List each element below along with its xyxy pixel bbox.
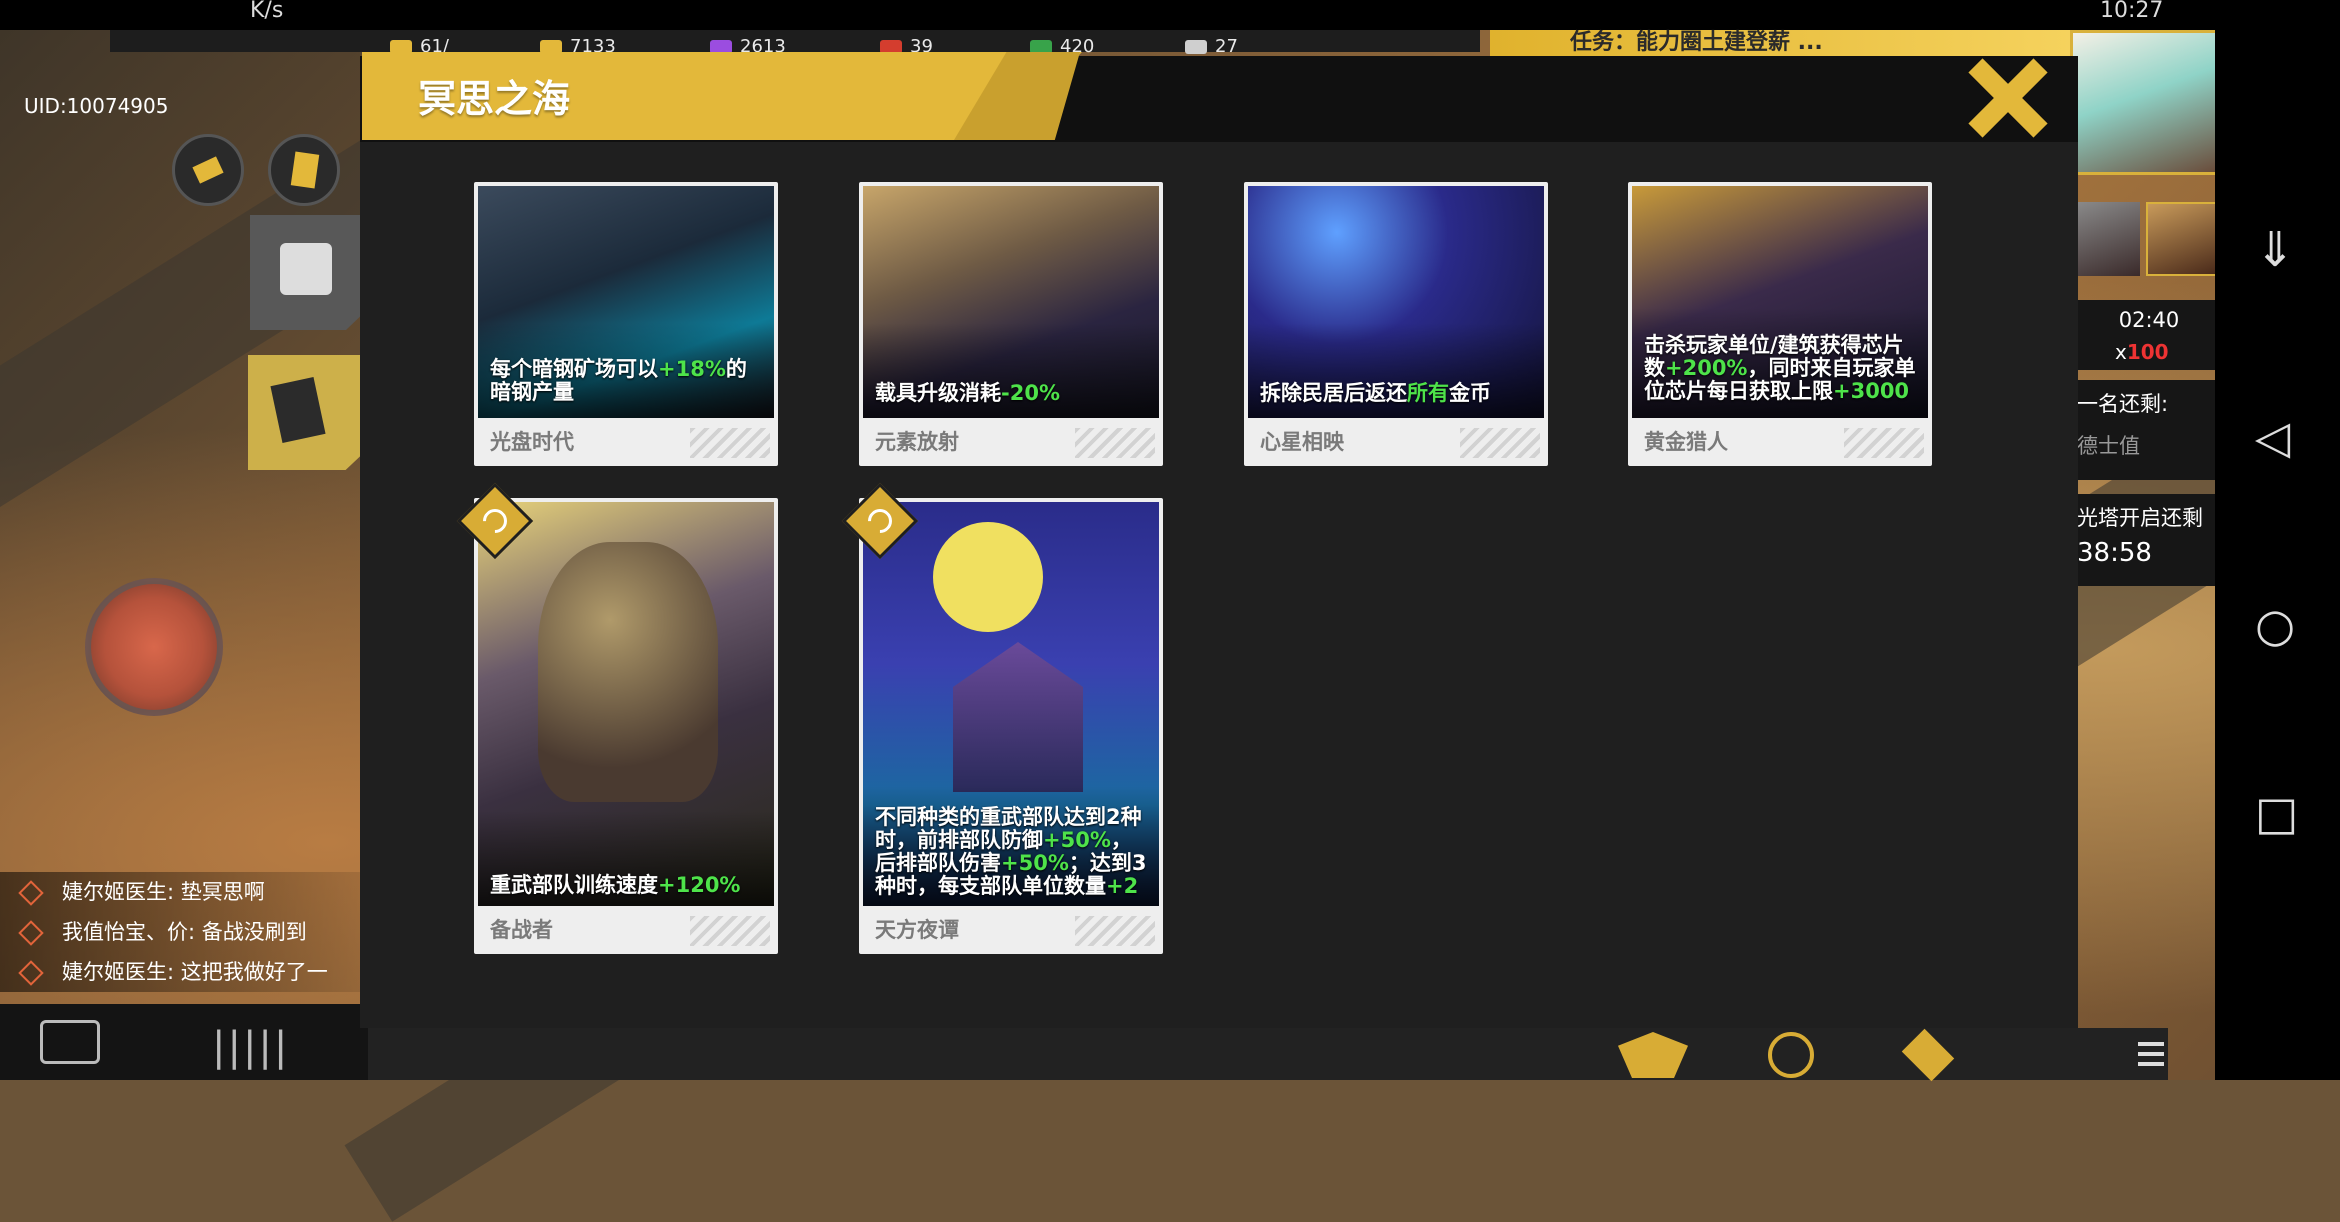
card-huangjin[interactable]: 击杀玩家单位/建筑获得芯片数+200%，同时来自玩家单位芯片每日获取上限+300… <box>1628 182 1932 466</box>
modal-title: 冥思之海 <box>418 77 571 121</box>
resource-bar: 61/ 7133 2613 39 420 27 <box>110 30 1480 57</box>
card-beizhan[interactable]: 重武部队训练速度+120% 备战者 <box>474 498 778 954</box>
card-name: 黄金猎人 <box>1644 430 1728 454</box>
chat-feed[interactable]: 婕尔姬医生: 垫冥思啊 我值怡宝、价: 备战没刷到 婕尔姬医生: 这把我做好了一 <box>0 872 360 992</box>
cards-button[interactable] <box>248 355 370 470</box>
card-name: 元素放射 <box>875 430 959 454</box>
hero-avatar[interactable] <box>2070 30 2220 175</box>
coin-icon <box>540 39 562 54</box>
tower-info-title: 光塔开启还剩 <box>2077 506 2203 530</box>
character-illustration <box>538 542 718 802</box>
squad-avatar-2[interactable] <box>2146 202 2218 276</box>
chat-diamond-icon <box>18 920 44 946</box>
palace-illustration <box>953 642 1083 792</box>
event-count: x100 <box>2115 340 2169 364</box>
chat-message: 婕尔姬医生: 垫冥思啊 <box>0 872 360 912</box>
green-resource-icon <box>1030 39 1052 54</box>
chat-message: 婕尔姬医生: 这把我做好了一 <box>0 952 360 992</box>
card-icon <box>290 151 320 189</box>
map-marker-button[interactable] <box>172 134 244 206</box>
chat-diamond-icon <box>18 960 44 986</box>
card-name: 备战者 <box>490 918 553 942</box>
task-banner[interactable]: 任务：能力圈土建登薪 ... <box>1490 30 2070 56</box>
card-name: 光盘时代 <box>490 430 574 454</box>
chat-diamond-icon <box>18 880 44 906</box>
chat-bubble-icon[interactable] <box>40 1020 100 1064</box>
event-timer: 02:40 <box>2118 308 2180 332</box>
notification-pull-icon[interactable]: ⇓ <box>2255 222 2295 278</box>
card-yuansu[interactable]: 载具升级消耗-20% 元素放射 <box>859 182 1163 466</box>
guild-icon[interactable] <box>1618 1032 1688 1078</box>
clock: 10:27 <box>2100 0 2164 23</box>
card-guangpan[interactable]: 每个暗钢矿场可以+18%的暗钢产量 光盘时代 <box>474 182 778 466</box>
card-desc: 拆除民居后返还所有金币 <box>1260 381 1491 405</box>
recents-nav-icon[interactable]: □ <box>2255 786 2298 840</box>
crystal-icon <box>710 39 732 54</box>
home-nav-icon[interactable]: ○ <box>2255 598 2295 652</box>
puzzle-icon <box>280 243 332 295</box>
player-uid: UID:10074905 <box>24 94 169 118</box>
red-resource-icon <box>880 39 902 54</box>
card-art <box>478 502 774 906</box>
card-name: 天方夜谭 <box>875 918 959 942</box>
globe-icon[interactable] <box>1768 1032 1814 1078</box>
card-xinxing[interactable]: 拆除民居后返还所有金币 心星相映 <box>1244 182 1548 466</box>
card-desc: 不同种类的重武部队达到2种时，前排部队防御+50%，后排部队伤害+50%；达到3… <box>875 805 1147 898</box>
moon-illustration <box>933 522 1043 632</box>
virtual-joystick[interactable] <box>85 578 223 716</box>
card-desc: 击杀玩家单位/建筑获得芯片数+200%，同时来自玩家单位芯片每日获取上限+300… <box>1644 333 1916 403</box>
alliance-icon[interactable] <box>1901 1028 1955 1082</box>
voice-icon[interactable]: ||||| <box>212 1024 289 1070</box>
puzzle-button[interactable] <box>250 215 370 330</box>
tower-countdown: 38:58 <box>2077 538 2152 568</box>
squad-avatar-1[interactable] <box>2076 202 2140 276</box>
tower-info-panel[interactable]: 光塔开启还剩 38:58 <box>2075 494 2223 586</box>
back-nav-icon[interactable]: ◁ <box>2255 410 2290 464</box>
gray-resource-icon <box>1185 39 1207 54</box>
card-name: 心星相映 <box>1260 430 1344 454</box>
event-timer-panel: 02:40 x100 <box>2075 300 2223 370</box>
chat-message: 我值怡宝、价: 备战没刷到 <box>0 912 360 952</box>
card-collection-button[interactable] <box>268 134 340 206</box>
card-desc: 重武部队训练速度+120% <box>490 873 741 897</box>
rank-info-sub: 德士值 <box>2077 434 2140 458</box>
cards-icon <box>270 377 326 443</box>
power-icon <box>390 39 412 54</box>
menu-icon[interactable] <box>2138 1042 2164 1046</box>
card-desc: 载具升级消耗-20% <box>875 381 1060 405</box>
rank-info-title: 一名还剩: <box>2077 392 2169 416</box>
card-desc: 每个暗钢矿场可以+18%的暗钢产量 <box>490 357 747 404</box>
card-tianfang[interactable]: 不同种类的重武部队达到2种时，前排部队防御+50%，后排部队伤害+50%；达到3… <box>859 498 1163 954</box>
close-button[interactable] <box>1960 58 2050 138</box>
bottom-action-bar <box>368 1028 2168 1082</box>
android-nav-bar <box>2215 0 2340 1080</box>
rank-info-panel[interactable]: 一名还剩: 德士值 <box>2075 380 2223 480</box>
system-status-bar: K/s 10:27 <box>0 0 2340 30</box>
resource-gray: 27 <box>1185 36 1238 57</box>
marker-icon <box>192 156 224 184</box>
network-speed: K/s <box>250 0 284 23</box>
